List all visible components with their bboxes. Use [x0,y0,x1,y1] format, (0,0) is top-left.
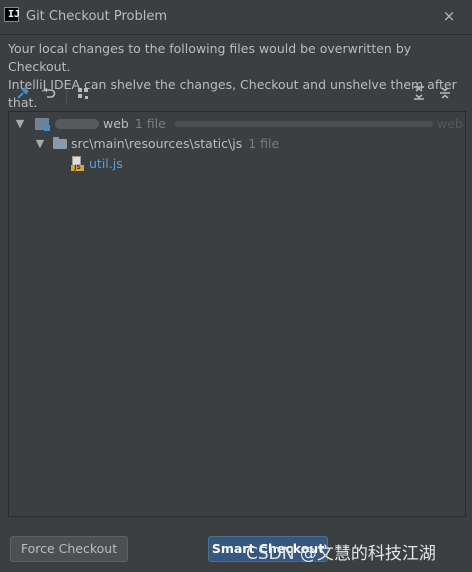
redacted-path [175,121,433,127]
javascript-file-icon: JS [71,156,84,172]
collapse-all-icon[interactable] [434,85,456,107]
module-name: web [103,116,129,131]
group-by-icon[interactable] [72,85,94,107]
tree-row-file[interactable]: JS util.js [9,154,465,174]
tree-row-module[interactable]: ▼ web 1 file web [9,114,465,134]
module-file-count: 1 file [134,116,166,131]
force-checkout-button[interactable]: Force Checkout [10,536,128,562]
redacted-module-name [55,119,99,129]
file-type-tag: JS [71,165,84,171]
message-line-1: Your local changes to the following file… [8,41,412,74]
csdn-watermark: CSDN @文慧的科技江湖 [246,544,436,564]
folder-icon [53,137,67,149]
chevron-down-icon[interactable]: ▼ [13,114,27,134]
title-bar: IJ Git Checkout Problem × [0,0,472,35]
changes-toolbar [0,85,472,109]
folder-label: src\main\resources\static\js 1 file [71,134,279,154]
file-name[interactable]: util.js [89,154,123,174]
module-label: web 1 file [103,114,166,134]
toolbar-separator [66,89,67,103]
folder-file-count: 1 file [248,136,280,151]
folder-path: src\main\resources\static\js [71,136,243,151]
pin-icon[interactable] [12,85,34,107]
tree-row-folder[interactable]: ▼ src\main\resources\static\js 1 file [9,134,465,154]
changes-tree[interactable]: ▼ web 1 file web ▼ src\main\resources\sta… [8,111,466,517]
module-icon [35,118,50,131]
rollback-icon[interactable] [38,85,60,107]
dialog-title: Git Checkout Problem [26,9,168,24]
intellij-logo-icon: IJ [4,7,20,22]
close-button[interactable]: × [438,5,460,27]
expand-all-icon[interactable] [408,85,430,107]
module-name-tail: web [437,116,463,131]
chevron-down-icon[interactable]: ▼ [33,134,47,154]
